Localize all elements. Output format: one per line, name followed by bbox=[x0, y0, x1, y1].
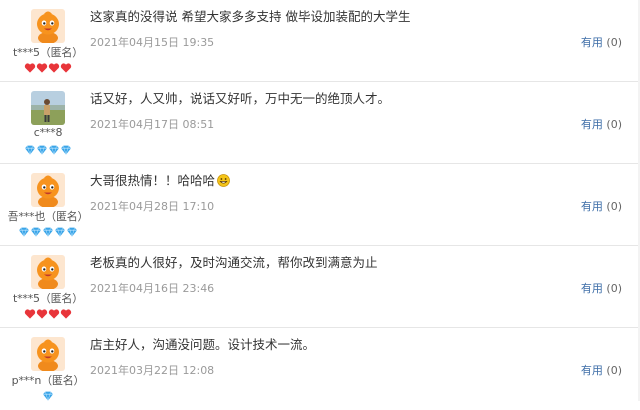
review-text: 这家真的没得说 希望大家多多支持 做毕设加装配的大学生 bbox=[90, 9, 411, 24]
review-date: 2021年04月17日 08:51 bbox=[90, 118, 215, 131]
review-text: 大哥很热情！！哈哈哈 bbox=[90, 172, 560, 190]
orange-mascot-icon bbox=[31, 173, 65, 207]
review-text: 老板真的人很好，及时沟通交流，帮你改到满意为止 bbox=[90, 255, 378, 270]
reviewer-info: 吾***也（匿名） bbox=[0, 164, 96, 246]
reviewer-info: t***5（匿名） bbox=[0, 246, 96, 328]
reviewer-info: c***8 bbox=[0, 82, 96, 164]
useful-label: 有用 bbox=[580, 118, 603, 131]
useful-label: 有用 bbox=[580, 282, 603, 295]
useful-count: (0) bbox=[606, 118, 622, 131]
diamond-icon bbox=[36, 141, 48, 156]
review-date: 2021年03月22日 12:08 bbox=[90, 364, 215, 377]
grinning-face-icon bbox=[217, 174, 230, 187]
review-item: p***n（匿名） 店主好人，沟通没问题。设计技术一流。 2021年03月22日… bbox=[0, 328, 640, 410]
review-list: t***5（匿名） 这家真的没得说 希望大家多多支持 做毕设加装配的大学生 20… bbox=[0, 0, 640, 402]
useful-count: (0) bbox=[606, 364, 622, 377]
reviewer-name: c***8 bbox=[33, 126, 63, 139]
useful-button[interactable]: 有用 (0) bbox=[581, 116, 622, 132]
avatar bbox=[31, 173, 65, 207]
orange-mascot-icon bbox=[31, 9, 65, 43]
user-photo-icon bbox=[31, 91, 65, 125]
useful-count: (0) bbox=[606, 200, 622, 213]
orange-mascot-icon bbox=[31, 255, 65, 289]
review-item: t***5（匿名） 老板真的人很好，及时沟通交流，帮你改到满意为止 2021年0… bbox=[0, 246, 640, 328]
diamond-icon bbox=[48, 141, 60, 156]
heart-icon bbox=[60, 59, 72, 73]
diamond-icon bbox=[42, 387, 54, 402]
review-text: 店主好人，沟通没问题。设计技术一流。 bbox=[90, 337, 316, 352]
heart-icon bbox=[48, 59, 60, 73]
reviewer-level bbox=[0, 58, 96, 73]
avatar bbox=[31, 9, 65, 43]
useful-label: 有用 bbox=[580, 36, 603, 49]
useful-button[interactable]: 有用 (0) bbox=[581, 34, 622, 50]
useful-button[interactable]: 有用 (0) bbox=[581, 280, 622, 296]
heart-icon bbox=[24, 59, 36, 73]
useful-label: 有用 bbox=[580, 200, 603, 213]
useful-count: (0) bbox=[606, 282, 622, 295]
useful-label: 有用 bbox=[580, 364, 603, 377]
diamond-icon bbox=[60, 141, 72, 156]
reviewer-info: t***5（匿名） bbox=[0, 0, 96, 82]
reviewer-level bbox=[0, 140, 96, 156]
avatar bbox=[31, 255, 65, 289]
heart-icon bbox=[24, 305, 36, 319]
diamond-icon bbox=[42, 223, 54, 238]
diamond-icon bbox=[30, 223, 42, 238]
review-text: 话又好，人又帅，说话又好听，万中无一的绝顶人才。 bbox=[90, 91, 391, 106]
useful-count: (0) bbox=[606, 36, 622, 49]
review-item: c***8 话又好，人又帅，说话又好听，万中无一的绝顶人才。 2021年04月1… bbox=[0, 82, 640, 164]
avatar bbox=[31, 91, 65, 125]
review-date: 2021年04月28日 17:10 bbox=[90, 200, 215, 213]
diamond-icon bbox=[18, 223, 30, 238]
avatar bbox=[31, 337, 65, 371]
diamond-icon bbox=[54, 223, 66, 238]
useful-button[interactable]: 有用 (0) bbox=[581, 362, 622, 378]
review-date: 2021年04月16日 23:46 bbox=[90, 282, 215, 295]
heart-icon bbox=[60, 305, 72, 319]
reviewer-level bbox=[0, 386, 96, 402]
reviewer-info: p***n（匿名） bbox=[0, 328, 96, 410]
reviewer-level bbox=[0, 222, 96, 238]
diamond-icon bbox=[66, 223, 78, 238]
diamond-icon bbox=[24, 141, 36, 156]
heart-icon bbox=[36, 59, 48, 73]
orange-mascot-icon bbox=[31, 337, 65, 371]
reviewer-level bbox=[0, 304, 96, 319]
review-item: t***5（匿名） 这家真的没得说 希望大家多多支持 做毕设加装配的大学生 20… bbox=[0, 0, 640, 82]
heart-icon bbox=[48, 305, 60, 319]
useful-button[interactable]: 有用 (0) bbox=[581, 198, 622, 214]
review-item: 吾***也（匿名） 大哥很热情！！哈哈哈 2021年04月28日 17:10 有… bbox=[0, 164, 640, 246]
heart-icon bbox=[36, 305, 48, 319]
review-date: 2021年04月15日 19:35 bbox=[90, 36, 215, 49]
